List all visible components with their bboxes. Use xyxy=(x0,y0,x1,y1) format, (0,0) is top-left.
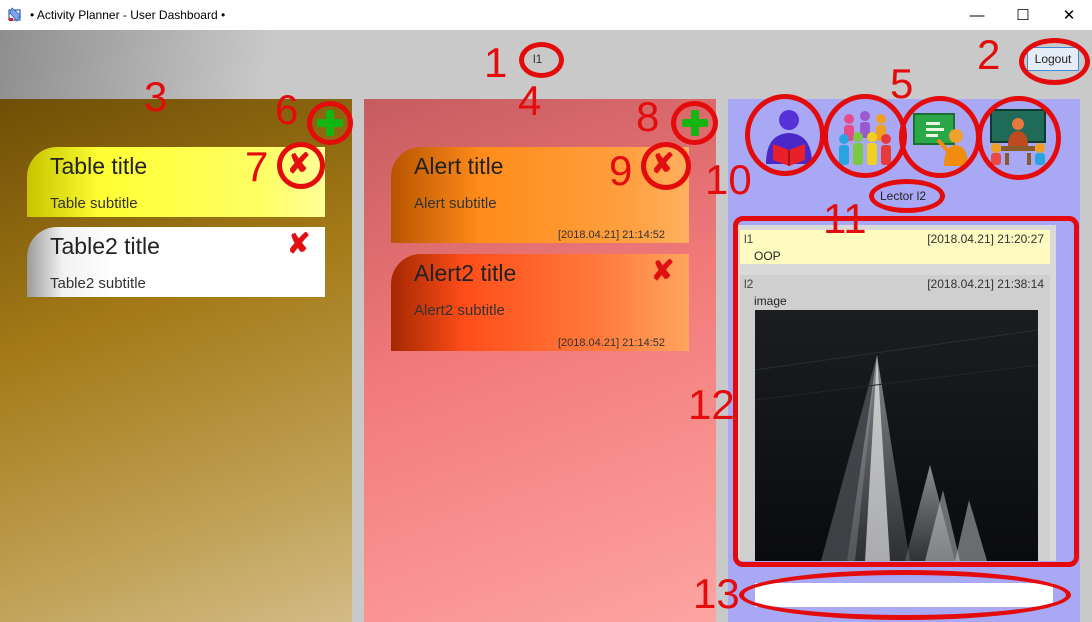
panel-divider xyxy=(352,99,364,622)
close-button[interactable]: ✕ xyxy=(1046,0,1092,30)
delete-table-icon[interactable]: ✘ xyxy=(287,230,310,258)
delete-alert-icon[interactable]: ✘ xyxy=(651,257,674,285)
annotation-number: 11 xyxy=(823,195,867,242)
table-subtitle: Table2 subtitle xyxy=(50,275,146,292)
annotation-number: 4 xyxy=(518,77,542,124)
annotation-circle xyxy=(899,96,981,178)
annotation-circle xyxy=(977,96,1061,180)
annotation-number: 7 xyxy=(245,143,269,190)
annotation-number: 5 xyxy=(890,60,914,107)
annotation-circle xyxy=(745,94,825,176)
table-title: Table2 title xyxy=(50,233,160,259)
annotation-number: 3 xyxy=(144,73,168,120)
annotation-circle xyxy=(641,142,691,190)
annotation-circle xyxy=(307,101,353,145)
annotation-circle xyxy=(739,570,1071,620)
alert-title: Alert2 title xyxy=(414,260,517,286)
alert-card[interactable]: Alert2 title Alert2 subtitle [2018.04.21… xyxy=(391,254,689,351)
app-icon xyxy=(8,7,21,22)
annotation-number: 10 xyxy=(705,156,752,203)
annotation-number: 8 xyxy=(636,93,660,140)
annotation-number: 13 xyxy=(693,570,740,617)
minimize-button[interactable]: — xyxy=(954,0,1000,30)
annotation-number: 6 xyxy=(275,86,299,133)
annotation-circle xyxy=(519,42,564,78)
annotation-circle xyxy=(277,142,325,189)
alert-subtitle: Alert2 subtitle xyxy=(414,302,505,319)
window-title: • Activity Planner - User Dashboard • xyxy=(30,8,226,22)
maximize-button[interactable]: ☐ xyxy=(1000,0,1046,30)
alert-timestamp: [2018.04.21] 21:14:52 xyxy=(557,229,665,241)
annotation-rectangle xyxy=(733,216,1079,567)
annotation-number: 2 xyxy=(977,31,1001,78)
table-title: Table title xyxy=(50,153,148,179)
alert-timestamp: [2018.04.21] 21:14:52 xyxy=(557,337,665,349)
annotation-number: 1 xyxy=(484,39,508,86)
annotation-circle xyxy=(1019,38,1090,85)
alert-title: Alert title xyxy=(414,153,504,179)
annotation-circle xyxy=(869,179,945,213)
alert-subtitle: Alert subtitle xyxy=(414,195,497,212)
window-titlebar: • Activity Planner - User Dashboard • — … xyxy=(0,0,1092,30)
table-subtitle: Table subtitle xyxy=(50,195,138,212)
panel-divider xyxy=(1080,99,1092,622)
table-card[interactable]: Table2 title Table2 subtitle xyxy=(27,227,325,297)
annotation-number: 12 xyxy=(688,381,735,428)
annotation-number: 9 xyxy=(609,147,633,194)
annotation-circle xyxy=(671,101,718,145)
